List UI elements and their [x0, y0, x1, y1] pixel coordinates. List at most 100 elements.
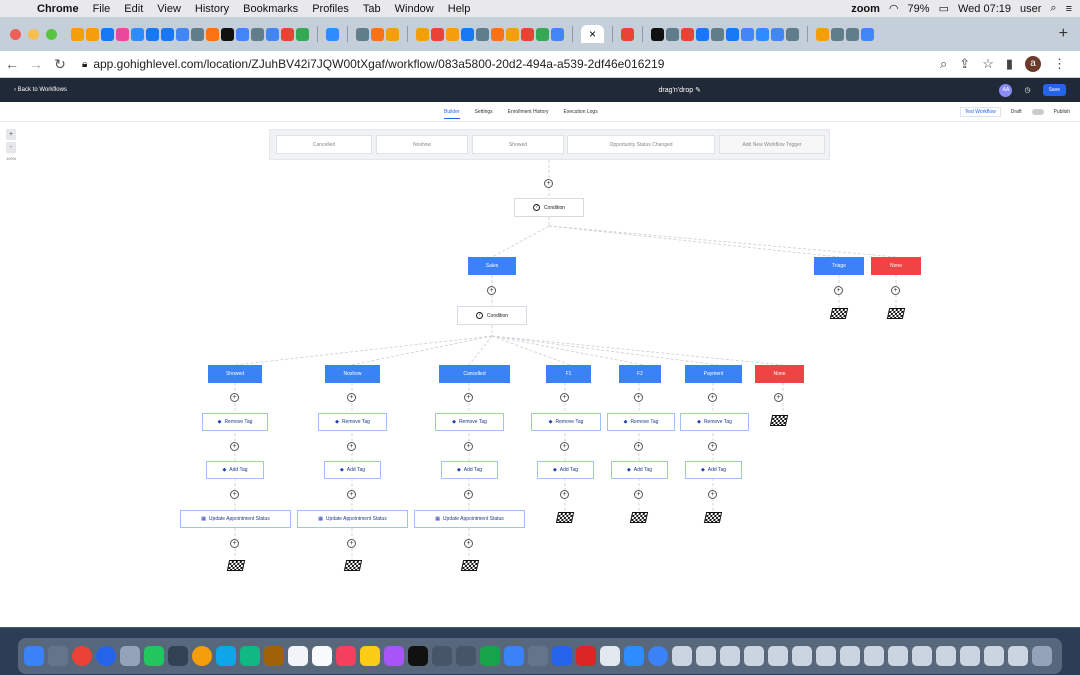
save-button[interactable]: Save — [1042, 84, 1066, 96]
add-step-button[interactable]: + — [634, 393, 643, 402]
tab-settings[interactable]: Settings — [475, 109, 493, 115]
tab-favicon[interactable] — [296, 27, 309, 41]
help-icon[interactable]: ◷ — [1024, 86, 1030, 94]
tab-favicon[interactable] — [446, 27, 459, 41]
spotlight-icon[interactable]: ⌕ — [1050, 2, 1056, 15]
add-step-button[interactable]: + — [544, 179, 553, 188]
minimized-window-icon[interactable] — [888, 646, 908, 666]
minimized-window-icon[interactable] — [792, 646, 812, 666]
tab-favicon[interactable] — [816, 27, 830, 41]
zoom-window-button[interactable] — [46, 28, 57, 40]
tab-favicon[interactable] — [536, 27, 549, 41]
share-icon[interactable]: ⇪ — [959, 56, 970, 72]
outlook-icon[interactable] — [552, 646, 572, 666]
condition-node[interactable]: ? Condition — [457, 306, 527, 325]
tab-favicon[interactable] — [551, 27, 564, 41]
messages-icon[interactable] — [216, 646, 236, 666]
add-tag-action[interactable]: ◆ Add Tag — [441, 461, 498, 479]
minimized-window-icon[interactable] — [984, 646, 1004, 666]
minimize-window-button[interactable] — [28, 28, 39, 40]
apple-tv-icon[interactable] — [408, 646, 428, 666]
tab-favicon[interactable] — [191, 27, 204, 41]
safari-icon[interactable] — [96, 646, 116, 666]
launchpad-icon[interactable] — [48, 646, 68, 666]
add-step-button[interactable]: + — [464, 393, 473, 402]
branch-cancelled[interactable]: Cancelled — [439, 365, 510, 383]
tab-favicon[interactable] — [726, 27, 740, 41]
active-tab-close-button[interactable]: × — [581, 25, 605, 43]
add-step-button[interactable]: + — [708, 490, 717, 499]
add-step-button[interactable]: + — [464, 490, 473, 499]
tab-favicon[interactable] — [326, 27, 339, 41]
minimized-window-icon[interactable] — [768, 646, 788, 666]
add-step-button[interactable]: + — [347, 442, 356, 451]
tab-favicon[interactable] — [416, 27, 429, 41]
tab-favicon[interactable] — [741, 27, 755, 41]
add-step-button[interactable]: + — [347, 393, 356, 402]
clock[interactable]: Wed 07:19 — [958, 3, 1011, 15]
minimized-window-icon[interactable] — [864, 646, 884, 666]
system-preferences-icon[interactable] — [432, 646, 452, 666]
branch-f1[interactable]: F1 — [546, 365, 591, 383]
tab-favicon[interactable] — [176, 27, 189, 41]
menu-app-name[interactable]: Chrome — [30, 3, 86, 15]
minimized-window-icon[interactable] — [720, 646, 740, 666]
app-store-icon[interactable] — [504, 646, 524, 666]
back-arrow-icon[interactable]: ← — [0, 56, 24, 72]
test-workflow-button[interactable]: Test Workflow — [959, 106, 1001, 117]
remove-tag-action[interactable]: ◆ Remove Tag — [202, 413, 268, 431]
tab-favicon[interactable] — [831, 27, 845, 41]
contacts-icon[interactable] — [264, 646, 284, 666]
publish-toggle[interactable] — [1031, 108, 1044, 115]
music-icon[interactable] — [336, 646, 356, 666]
tab-favicon[interactable] — [86, 27, 99, 41]
sidebar-toggle-icon[interactable]: ▮ — [1006, 56, 1013, 72]
add-step-button[interactable]: + — [774, 393, 783, 402]
battery-percent[interactable]: 79% — [908, 3, 930, 15]
menu-file[interactable]: File — [86, 3, 118, 15]
utility-icon[interactable] — [456, 646, 476, 666]
remove-tag-action[interactable]: ◆ Remove Tag — [680, 413, 749, 431]
acrobat-icon[interactable] — [576, 646, 596, 666]
add-tag-action[interactable]: ◆ Add Tag — [206, 461, 264, 479]
add-step-button[interactable]: + — [634, 490, 643, 499]
reminders-icon[interactable] — [288, 646, 308, 666]
add-step-button[interactable]: + — [347, 539, 356, 548]
url-text[interactable]: app.gohighlevel.com/location/ZJuhBV42i7J… — [93, 57, 664, 71]
add-step-button[interactable]: + — [464, 442, 473, 451]
forward-arrow-icon[interactable]: → — [24, 56, 48, 72]
tab-favicon[interactable] — [461, 27, 474, 41]
chrome-icon[interactable] — [72, 646, 92, 666]
minimized-window-icon[interactable] — [1008, 646, 1028, 666]
tab-favicon[interactable] — [116, 27, 129, 41]
add-step-button[interactable]: + — [708, 393, 717, 402]
tab-favicon[interactable] — [846, 27, 860, 41]
help-icon[interactable] — [120, 646, 140, 666]
tab-favicon[interactable] — [711, 27, 725, 41]
trash-icon[interactable] — [1032, 646, 1052, 666]
add-step-button[interactable]: + — [230, 539, 239, 548]
branch-triage[interactable]: Triage — [814, 257, 864, 275]
search-icon[interactable]: ⌕ — [940, 56, 947, 72]
update-appointment-status-action[interactable]: ▦ Update Appointment Status — [414, 510, 525, 528]
minimized-window-icon[interactable] — [816, 646, 836, 666]
reload-icon[interactable]: ↻ — [48, 56, 72, 73]
tab-favicon[interactable] — [161, 27, 174, 41]
menu-tab[interactable]: Tab — [356, 3, 388, 15]
tab-favicon[interactable] — [371, 27, 384, 41]
menu-history[interactable]: History — [188, 3, 236, 15]
menu-help[interactable]: Help — [441, 3, 478, 15]
tab-favicon[interactable] — [476, 27, 489, 41]
remove-tag-action[interactable]: ◆ Remove Tag — [531, 413, 601, 431]
add-step-button[interactable]: + — [230, 490, 239, 499]
add-step-button[interactable]: + — [560, 393, 569, 402]
add-step-button[interactable]: + — [464, 539, 473, 548]
menu-edit[interactable]: Edit — [117, 3, 150, 15]
minimized-window-icon[interactable] — [744, 646, 764, 666]
remove-tag-action[interactable]: ◆ Remove Tag — [607, 413, 675, 431]
tab-favicon[interactable] — [266, 27, 279, 41]
tab-favicon[interactable] — [651, 27, 665, 41]
add-step-button[interactable]: + — [891, 286, 900, 295]
add-tag-action[interactable]: ◆ Add Tag — [324, 461, 381, 479]
add-tag-action[interactable]: ◆ Add Tag — [537, 461, 594, 479]
